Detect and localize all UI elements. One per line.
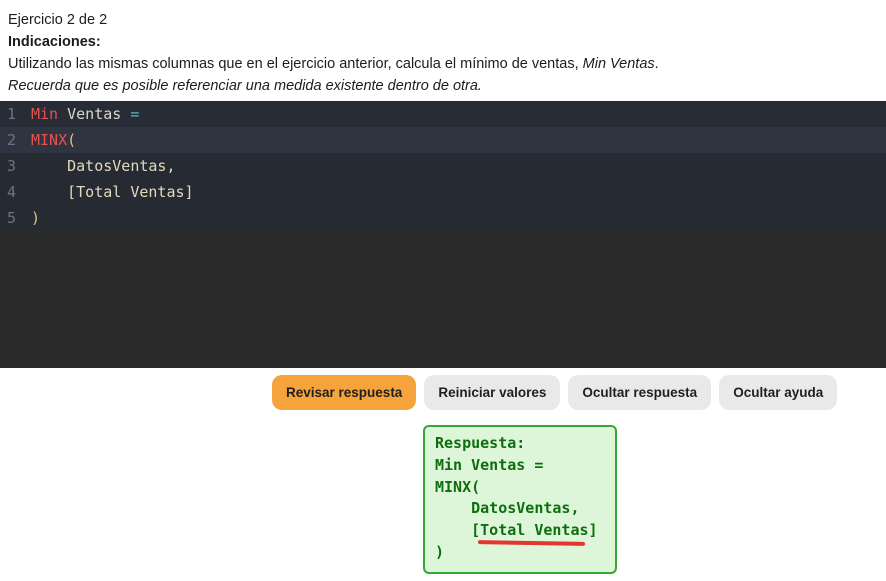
code-line: 2MINX( [0,127,886,153]
code-token-paren: ( [67,131,76,149]
line-number: 4 [0,179,31,205]
answer-code-line: Min Ventas = [435,455,607,477]
code-token-plain [58,105,67,123]
line-number: 2 [0,127,31,153]
note-text: Recuerda que es posible referenciar una … [8,75,886,97]
exercise-header: Ejercicio 2 de 2 Indicaciones: Utilizand… [0,0,886,97]
code-token-paren: ) [31,209,40,227]
indications-label: Indicaciones: [8,31,886,53]
toolbar: Revisar respuestaReiniciar valoresOculta… [272,375,886,410]
code-token-keyword: Min [31,105,58,123]
instruction-suffix: . [655,56,659,72]
answer-code-line: [Total Ventas] [435,520,607,542]
hide-help-button[interactable]: Ocultar ayuda [719,375,837,410]
code-line: 3 DatosVentas, [0,153,886,179]
code-line: 1Min Ventas = [0,101,886,127]
code-text: [Total Ventas] [31,179,194,205]
instruction-prefix: Utilizando las mismas columnas que en el… [8,56,583,72]
code-text: MINX( [31,127,76,153]
instruction-text: Utilizando las mismas columnas que en el… [8,53,886,75]
hide-answer-button[interactable]: Ocultar respuesta [568,375,711,410]
answer-code-line: MINX( [435,477,607,499]
answer-code: Min Ventas =MINX( DatosVentas, [Total Ve… [435,455,607,564]
exercise-page: Ejercicio 2 de 2 Indicaciones: Utilizand… [0,0,886,574]
line-number: 1 [0,101,31,127]
code-token-operator: = [130,105,139,123]
code-token-plain [121,105,130,123]
answer-title: Respuesta: [435,433,607,455]
code-line: 4 [Total Ventas] [0,179,886,205]
code-token-literal: [Total Ventas] [31,183,194,201]
answer-indent [435,521,471,539]
line-number: 5 [0,205,31,231]
answer-panel: Respuesta: Min Ventas =MINX( DatosVentas… [423,425,617,574]
code-lines: 1Min Ventas =2MINX(3 DatosVentas,4 [Tota… [0,101,886,231]
answer-code-line: DatosVentas, [435,498,607,520]
review-answer-button[interactable]: Revisar respuesta [272,375,416,410]
code-token-ident: Ventas [67,105,121,123]
exercise-counter: Ejercicio 2 de 2 [8,9,886,31]
code-token-keyword: MINX [31,131,67,149]
code-line: 5) [0,205,886,231]
reset-values-button[interactable]: Reiniciar valores [424,375,560,410]
line-number: 3 [0,153,31,179]
code-text: DatosVentas, [31,153,176,179]
code-text: ) [31,205,40,231]
code-text: Min Ventas = [31,101,139,127]
code-token-literal: DatosVentas, [31,157,176,175]
code-editor[interactable]: 1Min Ventas =2MINX(3 DatosVentas,4 [Tota… [0,101,886,368]
answer-underlined-text: [Total Ventas] [471,520,597,542]
instruction-measure-name: Min Ventas [583,56,655,72]
